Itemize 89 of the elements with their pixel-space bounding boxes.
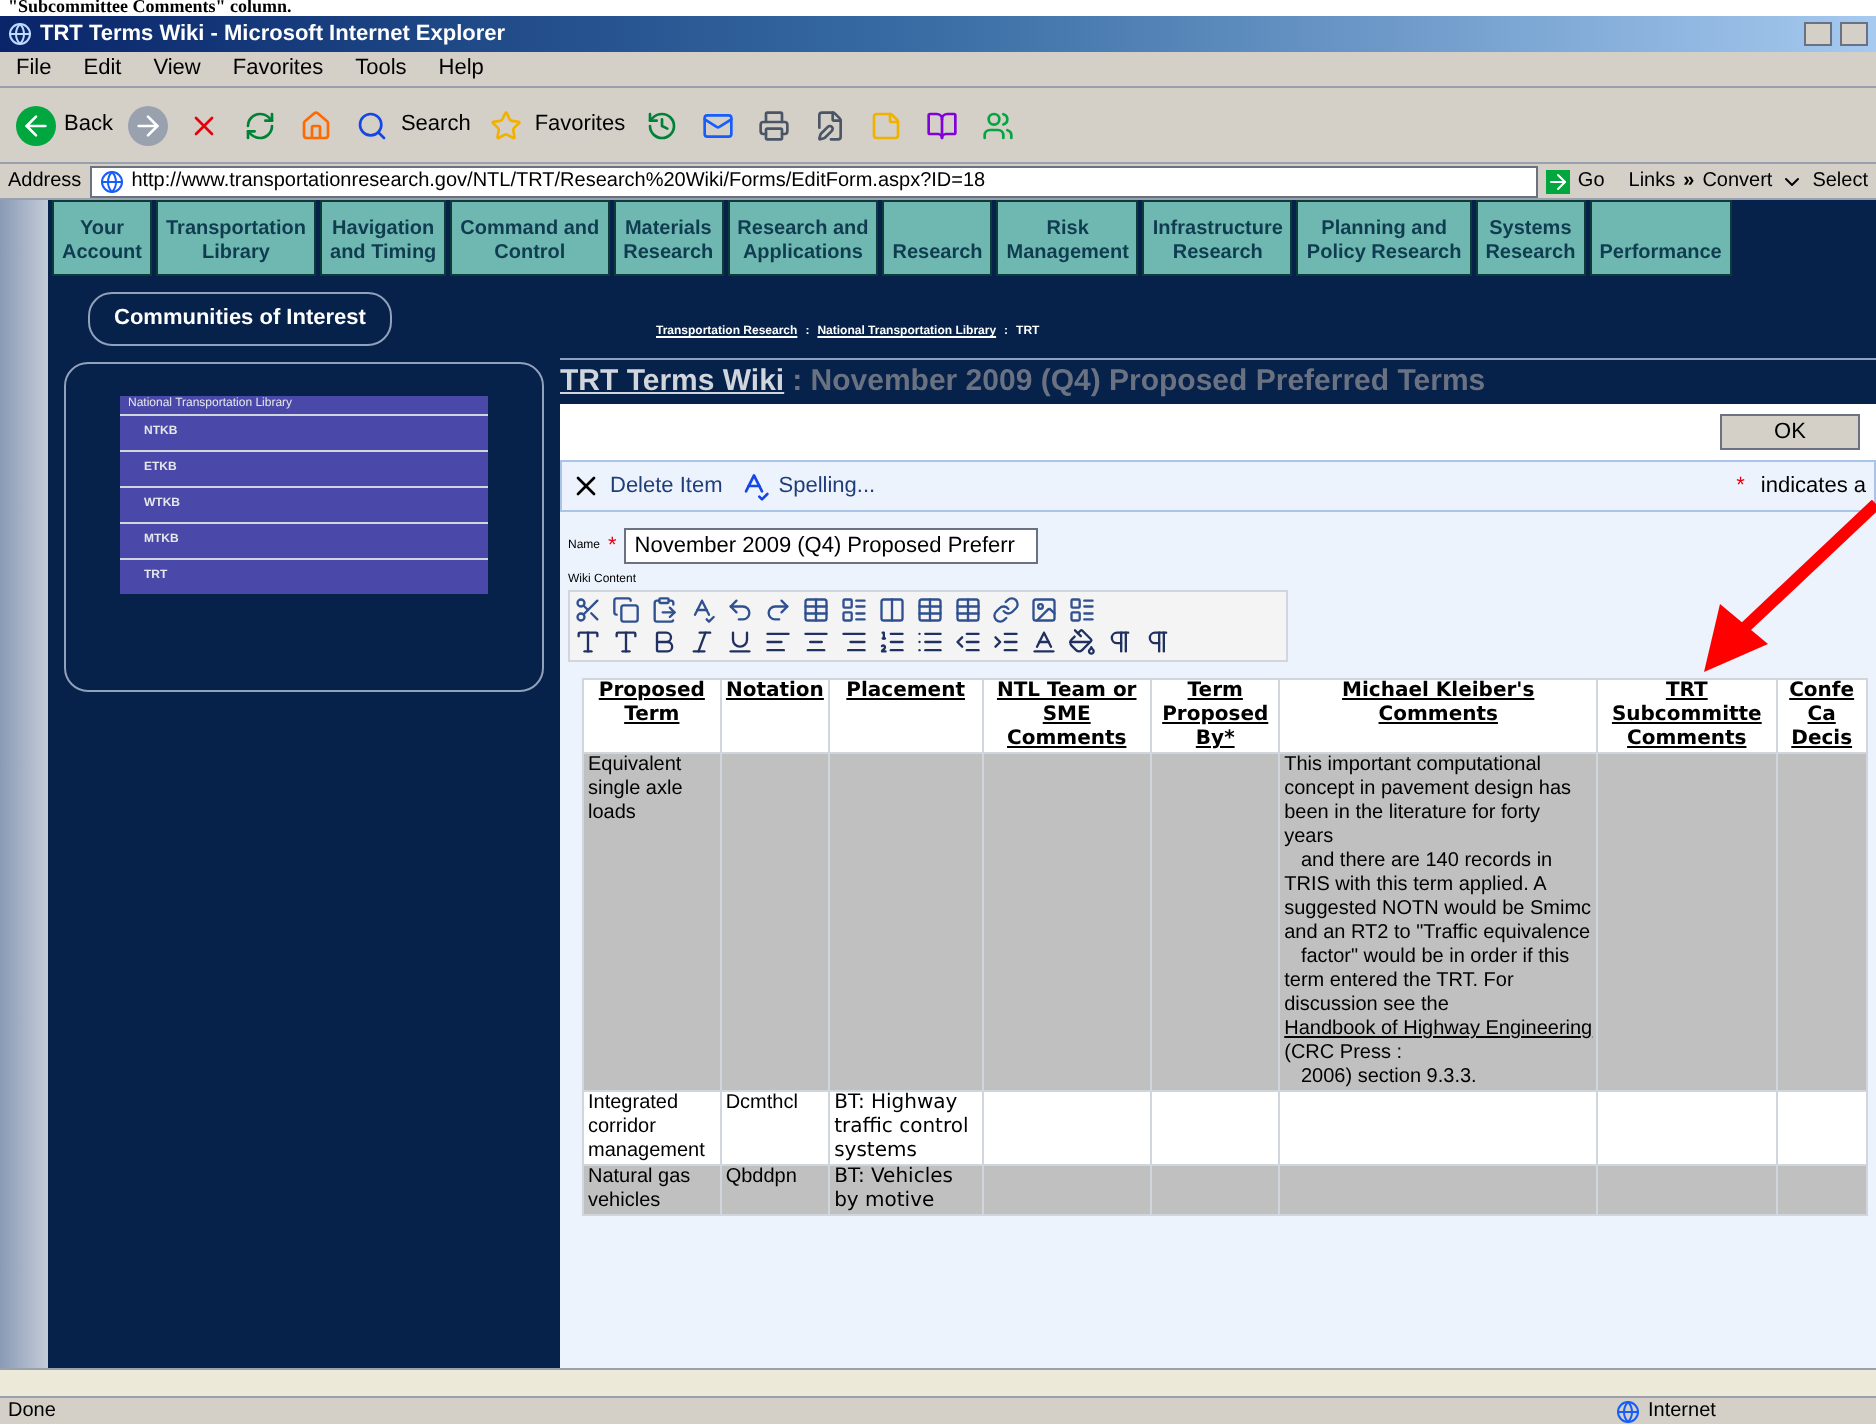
toolbar-button[interactable]: [753, 105, 794, 145]
copy-icon[interactable]: [612, 596, 640, 624]
page-title: : November 2009 (Q4) Proposed Preferred Terms: [792, 361, 1486, 402]
nav-tab[interactable]: Materials Research: [613, 200, 724, 276]
printer-icon: [753, 105, 794, 145]
nav-tab[interactable]: Planning and Policy Research: [1296, 200, 1472, 276]
table-cell-text: Integrated corridor management: [588, 1093, 705, 1162]
status-text: Done: [8, 1398, 58, 1424]
ok-button[interactable]: OK: [1720, 414, 1860, 450]
table-cell-text: Qbddpn: [725, 1167, 797, 1188]
menu-item[interactable]: View: [153, 52, 201, 86]
image-icon[interactable]: [1030, 596, 1058, 624]
bold-icon[interactable]: [650, 628, 678, 656]
window-title: TRT Terms Wiki - Microsoft Internet Explorer: [40, 19, 508, 50]
highlight-icon[interactable]: [1068, 628, 1096, 656]
nav-tab[interactable]: Research: [882, 200, 993, 276]
table-cell-text: Natural gas vehicles: [588, 1167, 691, 1212]
cut-icon[interactable]: [574, 596, 602, 624]
comment-text: This important computational concept in pavement design has been in the literature for forty years and there are 140 records in TRIS with this term applied. A suggested NOTN would be Smimc and an RT2 to "Traffic equivalence factor" would be in order if this term entered the TRT. For discussion see the Handbook of Highway Engineering (CRC Press : 2006) section 9.3.3.: [1284, 755, 1593, 1089]
menu-item[interactable]: Favorites: [232, 52, 324, 86]
star-icon: [486, 105, 527, 145]
globe-icon: [1616, 1399, 1640, 1423]
ie-icon: [8, 22, 32, 46]
required-mark: *: [608, 531, 617, 562]
table-cell-text: Equivalent single axle loads: [588, 755, 683, 824]
convert-button[interactable]: Convert: [1702, 166, 1805, 196]
font-size-icon[interactable]: [612, 628, 640, 656]
paste-icon[interactable]: [650, 596, 678, 624]
menu-item[interactable]: Edit: [83, 52, 122, 86]
nav-tab[interactable]: Research and Applications: [727, 200, 879, 276]
align-left-icon[interactable]: [764, 628, 792, 656]
zone-label: Internet: [1648, 1398, 1718, 1424]
menu-item[interactable]: File: [16, 52, 52, 86]
align-right-icon[interactable]: [840, 628, 868, 656]
nav-tab[interactable]: Your Account: [52, 200, 152, 276]
column-header: Proposed Term: [583, 679, 721, 753]
toolbar-button[interactable]: [128, 105, 169, 145]
toolbar-button[interactable]: Favorites: [486, 105, 626, 145]
links-button[interactable]: Links »: [1628, 166, 1695, 196]
communities-heading: Communities of Interest: [88, 292, 392, 345]
menu-item[interactable]: Help: [438, 52, 484, 86]
undo-icon[interactable]: [726, 596, 754, 624]
link-icon[interactable]: [992, 596, 1020, 624]
text-color-icon[interactable]: [1030, 628, 1058, 656]
redo-icon[interactable]: [764, 596, 792, 624]
action-button[interactable]: Delete Item: [570, 469, 723, 503]
nav-tab[interactable]: Performance: [1589, 200, 1732, 276]
list-icon[interactable]: [1068, 596, 1096, 624]
table-icon[interactable]: [916, 596, 944, 624]
outdent-icon[interactable]: [954, 628, 982, 656]
wiki-link[interactable]: TRT Terms Wiki: [560, 359, 785, 405]
required-mark: *: [1736, 471, 1745, 502]
minimize-button[interactable]: [1804, 22, 1832, 46]
bullet-list-icon[interactable]: [916, 628, 944, 656]
menu-item[interactable]: Tools: [355, 52, 407, 86]
align-center-icon[interactable]: [802, 628, 830, 656]
forward-icon: [128, 105, 169, 145]
name-field[interactable]: November 2009 (Q4) Proposed Preferr: [624, 528, 1039, 564]
handbook-link[interactable]: Handbook of Highway Engineering: [1284, 1018, 1593, 1040]
nav-tab[interactable]: Risk Management: [996, 200, 1139, 276]
italic-icon[interactable]: [688, 628, 716, 656]
table-cell-text: Dcmthcl: [725, 1093, 798, 1114]
nav-tab[interactable]: Infrastructure Research: [1142, 200, 1293, 276]
action-button[interactable]: Spelling...: [738, 469, 876, 503]
table-icon[interactable]: [802, 596, 830, 624]
address-field[interactable]: http://www.transportationresearch.gov/NTL/TRT/Research%20Wiki/Forms/EditForm.aspx?ID=18: [89, 165, 1538, 197]
toolbar-button[interactable]: Search: [352, 105, 471, 145]
nav-tab[interactable]: Transportation Library: [156, 200, 317, 276]
page-icon: [99, 169, 124, 193]
table-cell-text: BT: Vehicles by motive: [834, 1167, 953, 1212]
nav-tab[interactable]: Havigation and Timing: [320, 200, 447, 276]
numbered-list-icon[interactable]: [878, 628, 906, 656]
address-label: Address: [8, 168, 82, 196]
horizontal-scrollbar[interactable]: [0, 1368, 1876, 1396]
nav-tab[interactable]: Command and Control: [450, 200, 610, 276]
required-note: indicates a: [1760, 471, 1866, 502]
go-button[interactable]: Go: [1545, 166, 1605, 196]
table-icon[interactable]: [954, 596, 982, 624]
select-button[interactable]: Select: [1812, 166, 1868, 196]
table-cell-text: BT: Highway traffic control systems: [834, 1093, 969, 1162]
indent-icon[interactable]: [992, 628, 1020, 656]
column-header: Michael Kleiber's Comments: [1279, 679, 1598, 753]
underline-icon[interactable]: [726, 628, 754, 656]
heading-fragment: "Subcommittee Comments" column.: [6, 0, 292, 16]
toolbar-button[interactable]: Back: [16, 105, 113, 145]
nav-tab[interactable]: Systems Research: [1475, 200, 1586, 276]
spelling-icon[interactable]: [688, 596, 716, 624]
restore-button[interactable]: [1840, 22, 1868, 46]
back-icon: [16, 105, 56, 145]
